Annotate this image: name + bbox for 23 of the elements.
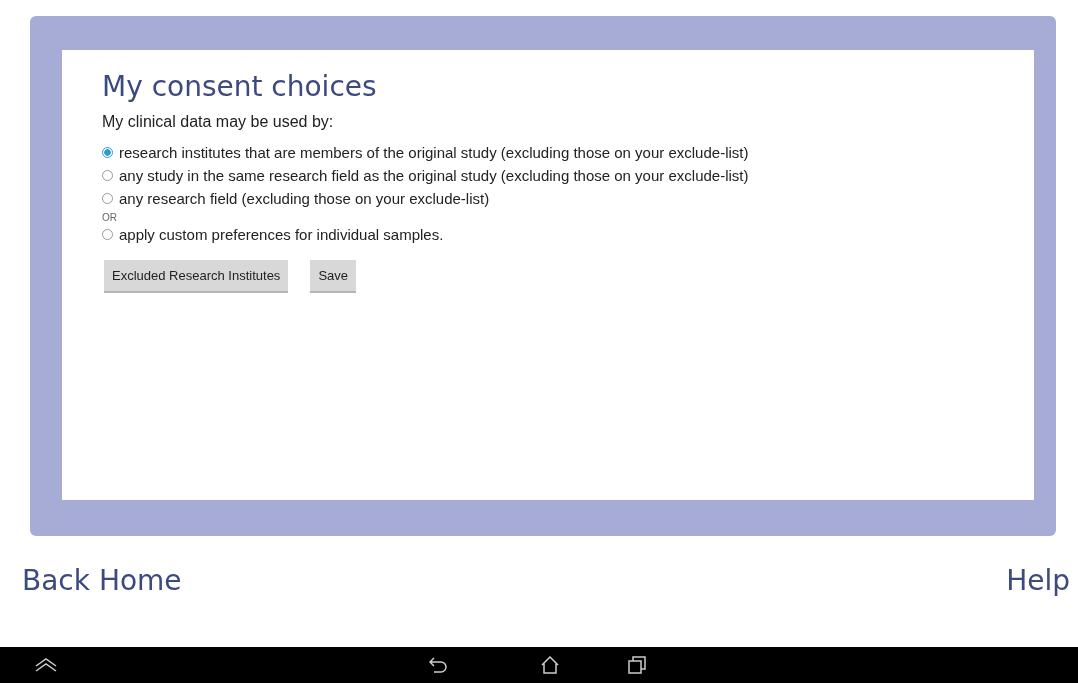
save-button[interactable]: Save	[310, 260, 356, 293]
recent-apps-icon[interactable]	[627, 656, 647, 674]
option-label: research institutes that are members of the original study (excluding those on your exclude-list)	[119, 144, 749, 161]
option-label: any research field (excluding those on your exclude-list)	[119, 190, 490, 207]
radio-button[interactable]	[102, 193, 113, 204]
back-home-link[interactable]: Back Home	[22, 564, 182, 608]
radio-button[interactable]	[102, 170, 113, 181]
radio-option[interactable]: apply custom preferences for individual samples.	[102, 223, 444, 246]
page-title: My consent choices	[102, 70, 377, 103]
prompt-text: My clinical data may be used by:	[102, 113, 334, 131]
home-icon[interactable]	[540, 656, 560, 674]
or-separator: OR	[102, 212, 117, 223]
excluded-institutes-button[interactable]: Excluded Research Institutes	[104, 260, 289, 293]
help-link[interactable]: Help	[1006, 564, 1070, 608]
radio-option[interactable]: research institutes that are members of the original study (excluding those on your exclude-list)	[102, 141, 749, 164]
radio-option[interactable]: any study in the same research field as the original study (excluding those on your exclude-list)	[102, 164, 749, 187]
option-label: apply custom preferences for individual samples.	[119, 226, 444, 243]
radio-option[interactable]: any research field (excluding those on your exclude-list)	[102, 187, 490, 210]
radio-button[interactable]	[102, 229, 113, 240]
option-label: any study in the same research field as the original study (excluding those on your exclude-list)	[119, 167, 749, 184]
chevron-up-icon[interactable]	[34, 656, 58, 674]
radio-button[interactable]	[102, 147, 113, 158]
back-icon[interactable]	[428, 656, 448, 674]
